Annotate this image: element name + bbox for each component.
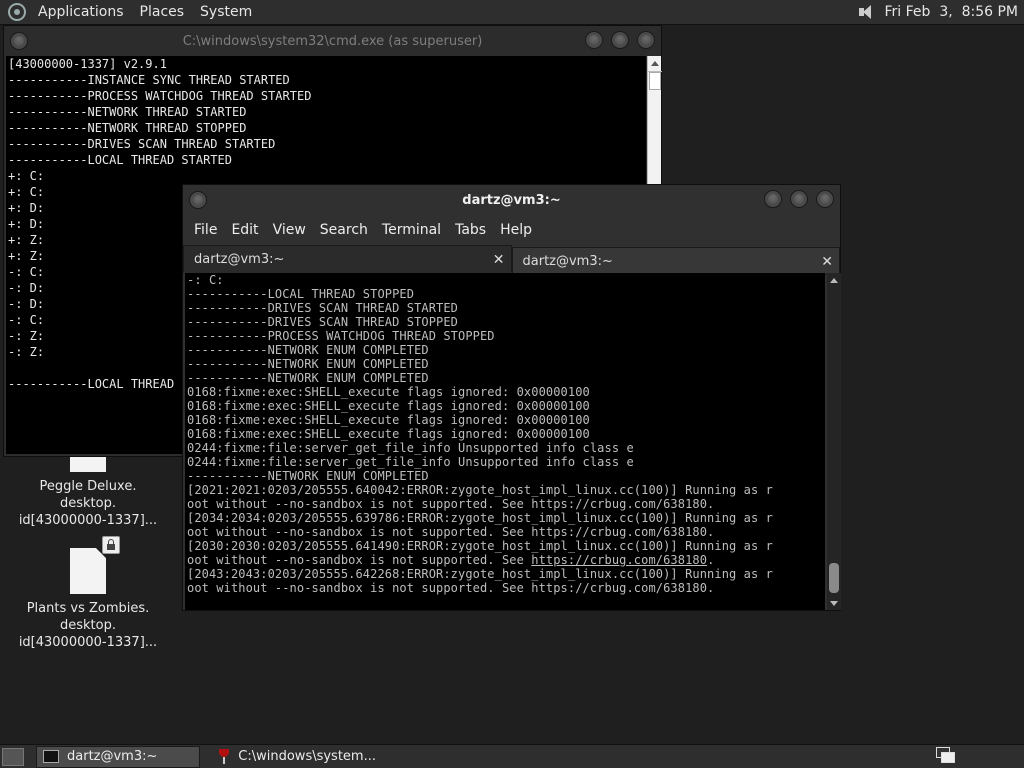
gnome-foot-icon[interactable]	[8, 3, 26, 21]
console-line: -----------LOCAL THREAD STOPPED	[187, 287, 415, 301]
terminal-window[interactable]: dartz@vm3:~ File Edit View Search Termin…	[182, 184, 841, 611]
taskbar-item-terminal[interactable]: dartz@vm3:~	[36, 745, 200, 768]
menu-view[interactable]: View	[266, 222, 313, 238]
console-line: [2021:2021:0203/205555.640042:ERROR:zygo…	[187, 483, 773, 497]
menu-edit[interactable]: Edit	[224, 222, 265, 238]
console-line: 0168:fixme:exec:SHELL_execute flags igno…	[187, 385, 590, 399]
console-line: -----------NETWORK THREAD STOPPED	[8, 121, 247, 135]
menu-help[interactable]: Help	[493, 222, 539, 238]
menu-places[interactable]: Places	[132, 4, 193, 20]
menu-file[interactable]: File	[187, 222, 224, 238]
desktop-icon-label: desktop.	[60, 496, 116, 511]
desktop-icon-label: id[43000000-1337]...	[18, 635, 158, 650]
tab-label: dartz@vm3:~	[194, 251, 285, 267]
menu-terminal[interactable]: Terminal	[375, 222, 448, 238]
lock-icon	[102, 536, 120, 554]
console-line: -----------NETWORK ENUM COMPLETED	[187, 371, 429, 385]
clock[interactable]: Fri Feb 3, 8:56 PM	[885, 4, 1019, 20]
console-line: -----------LOCAL THREAD STARTED	[8, 153, 232, 167]
terminal-icon	[43, 750, 59, 763]
cmd-titlebar[interactable]: C:\windows\system32\cmd.exe (as superuse…	[4, 26, 661, 56]
console-line: -----------DRIVES SCAN THREAD STOPPED	[187, 315, 459, 329]
menu-tabs[interactable]: Tabs	[448, 222, 493, 238]
taskbar-item-label: C:\windows\system...	[238, 749, 376, 764]
desktop-icon-label: desktop.	[60, 618, 116, 633]
console-line: 0168:fixme:exec:SHELL_execute flags igno…	[187, 413, 590, 427]
menu-search[interactable]: Search	[313, 222, 375, 238]
scroll-down-icon[interactable]	[827, 596, 841, 610]
scroll-up-icon[interactable]	[648, 56, 662, 72]
scrollbar-thumb[interactable]	[829, 563, 839, 593]
desktop-icon-label: Plants vs Zombies.	[26, 601, 150, 616]
terminal-link[interactable]: https://crbug.com/638180	[531, 553, 707, 567]
console-line: -----------NETWORK ENUM COMPLETED	[187, 343, 429, 357]
console-line: -----------DRIVES SCAN THREAD STARTED	[8, 137, 276, 151]
terminal-titlebar[interactable]: dartz@vm3:~	[183, 185, 840, 215]
wine-icon	[218, 748, 230, 765]
close-button[interactable]	[637, 31, 655, 49]
minimize-button[interactable]	[585, 31, 603, 49]
close-icon[interactable]: ✕	[493, 252, 505, 268]
console-line: [2030:2030:0203/205555.641490:ERROR:zygo…	[187, 539, 773, 553]
tab-1[interactable]: dartz@vm3:~ ✕	[183, 245, 512, 273]
tab-label: dartz@vm3:~	[522, 253, 613, 269]
console-line: [2043:2043:0203/205555.642268:ERROR:zygo…	[187, 567, 773, 581]
console-line: +: C:	[8, 169, 45, 183]
console-line: -----------NETWORK ENUM COMPLETED	[187, 357, 429, 371]
workspace-switcher-icon[interactable]	[936, 747, 956, 765]
window-menu-icon[interactable]	[189, 191, 207, 209]
console-line: 0244:fixme:file:server_get_file_info Uns…	[187, 455, 634, 469]
window-menu-icon[interactable]	[10, 32, 28, 50]
console-line: -----------INSTANCE SYNC THREAD STARTED	[8, 73, 290, 87]
console-line: -----------NETWORK ENUM COMPLETED	[187, 469, 429, 483]
close-icon[interactable]: ✕	[821, 254, 833, 270]
console-line: oot without --no-sandbox is not supporte…	[187, 581, 715, 595]
console-line: 0168:fixme:exec:SHELL_execute flags igno…	[187, 399, 590, 413]
terminal-output[interactable]: -: C: -----------LOCAL THREAD STOPPED ----…	[185, 273, 825, 610]
close-button[interactable]	[816, 190, 834, 208]
terminal-window-title: dartz@vm3:~	[462, 192, 561, 208]
menu-applications[interactable]: Applications	[30, 4, 132, 20]
console-line: -----------DRIVES SCAN THREAD STARTED	[187, 301, 459, 315]
console-line: -----------NETWORK THREAD STARTED	[8, 105, 247, 119]
menu-system[interactable]: System	[192, 4, 260, 20]
console-line: 0244:fixme:file:server_get_file_info Uns…	[187, 441, 634, 455]
terminal-tabbar: dartz@vm3:~ ✕ dartz@vm3:~ ✕	[183, 245, 840, 275]
desktop-icon-label: id[43000000-1337]...	[18, 513, 158, 528]
maximize-button[interactable]	[790, 190, 808, 208]
volume-icon[interactable]	[857, 4, 877, 20]
panel-tray: Fri Feb 3, 8:56 PM	[857, 4, 1024, 20]
bottom-panel: dartz@vm3:~ C:\windows\system...	[0, 744, 1024, 768]
console-line: oot without --no-sandbox is not supporte…	[187, 553, 715, 567]
desktop-icon-plants-vs-zombies[interactable]: Plants vs Zombies. desktop. id[43000000-…	[18, 536, 158, 651]
cmd-window-title: C:\windows\system32\cmd.exe (as superuse…	[182, 33, 483, 49]
top-panel: Applications Places System Fri Feb 3, 8:…	[0, 0, 1024, 25]
terminal-menubar: File Edit View Search Terminal Tabs Help	[183, 215, 840, 245]
maximize-button[interactable]	[611, 31, 629, 49]
tab-2[interactable]: dartz@vm3:~ ✕	[511, 247, 840, 275]
console-line: -----------PROCESS WATCHDOG THREAD STOPP…	[187, 329, 495, 343]
scrollbar-thumb[interactable]	[649, 72, 661, 90]
scroll-up-icon[interactable]	[827, 273, 841, 287]
console-line: [2034:2034:0203/205555.639786:ERROR:zygo…	[187, 511, 773, 525]
taskbar-item-cmd[interactable]: C:\windows\system...	[212, 746, 376, 768]
terminal-scrollbar[interactable]	[827, 273, 841, 610]
minimize-button[interactable]	[764, 190, 782, 208]
taskbar-item-label: dartz@vm3:~	[67, 749, 158, 764]
console-line: -----------PROCESS WATCHDOG THREAD START…	[8, 89, 312, 103]
show-desktop-icon[interactable]	[2, 747, 24, 766]
desktop-icon-label: Peggle Deluxe.	[39, 479, 137, 494]
file-icon	[70, 548, 106, 594]
console-line: [43000000-1337] v2.9.1	[8, 57, 167, 71]
console-line: oot without --no-sandbox is not supporte…	[187, 525, 715, 539]
console-line: -: C:	[187, 273, 224, 287]
console-line: 0168:fixme:exec:SHELL_execute flags igno…	[187, 427, 590, 441]
console-line: oot without --no-sandbox is not supporte…	[187, 497, 715, 511]
